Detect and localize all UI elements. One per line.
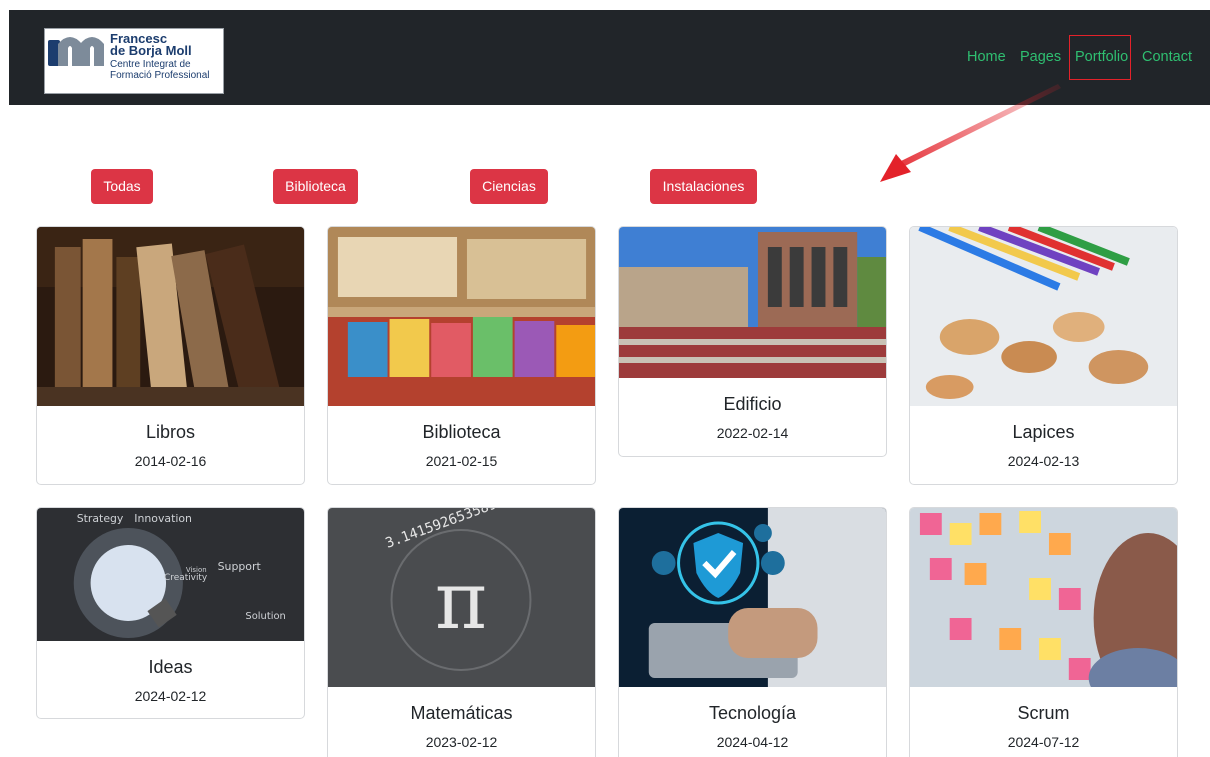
card-title: Scrum [1017,703,1070,723]
filter-instalaciones-button[interactable]: Instalaciones [650,169,757,204]
filter-todas-button[interactable]: Todas [91,169,153,204]
card-date: 2024-02-12 [134,688,207,704]
card-title: Lapices [1012,422,1075,442]
image-text-support: Support [218,560,262,573]
card-title: Matemáticas [410,703,513,723]
nav-contact[interactable]: Contact [1142,48,1192,66]
card-date: 2024-02-13 [1007,453,1080,469]
card-lapices[interactable]: Lapices 2024-02-13 [909,226,1178,485]
card-image-matematicas: π 3.14159265358979323846264338 [328,508,595,687]
card-matematicas[interactable]: π 3.14159265358979323846264338 Matemátic… [327,507,596,757]
card-image-tecnologia [619,508,886,687]
card-title: Libros [145,422,196,442]
navbar: Francesc de Borja Moll Centre Integrat d… [9,10,1210,105]
card-date: 2021-02-15 [425,453,498,469]
card-biblioteca[interactable]: Biblioteca 2021-02-15 [327,226,596,485]
card-title: Ideas [148,657,193,677]
card-image-libros [37,227,304,406]
image-text-vision: Vision [186,566,207,574]
image-text-solution: Solution [245,611,285,622]
card-edificio[interactable]: Edificio 2022-02-14 [618,226,887,457]
filter-biblioteca-button[interactable]: Biblioteca [273,169,358,204]
card-image-scrum [910,508,1177,687]
image-text-creativity: Creativity [164,573,208,583]
card-tecnologia[interactable]: Tecnología 2024-04-12 [618,507,887,757]
card-date: 2014-02-16 [134,453,207,469]
card-image-lapices [910,227,1177,406]
main-nav: Home Pages Portfolio Contact [9,10,1210,105]
card-image-biblioteca [328,227,595,406]
image-text-strategy: Strategy [77,512,124,525]
card-title: Tecnología [708,703,797,723]
card-libros[interactable]: Libros 2014-02-16 [36,226,305,485]
card-title: Edificio [723,394,782,414]
card-image-ideas: Strategy Innovation Support Creativity V… [37,508,304,641]
card-date: 2024-04-12 [716,734,789,750]
nav-pages[interactable]: Pages [1020,48,1061,66]
card-title: Biblioteca [422,422,501,442]
card-scrum[interactable]: Scrum 2024-07-12 [909,507,1178,757]
nav-home[interactable]: Home [967,48,1006,66]
portfolio-highlight-box [1069,35,1131,80]
card-date: 2022-02-14 [716,425,789,441]
image-text-pi: π [435,554,487,647]
card-date: 2024-07-12 [1007,734,1080,750]
image-text-innovation: Innovation [134,512,192,525]
filter-ciencias-button[interactable]: Ciencias [470,169,548,204]
card-ideas[interactable]: Strategy Innovation Support Creativity V… [36,507,305,719]
card-date: 2023-02-12 [425,734,498,750]
card-image-edificio [619,227,886,378]
